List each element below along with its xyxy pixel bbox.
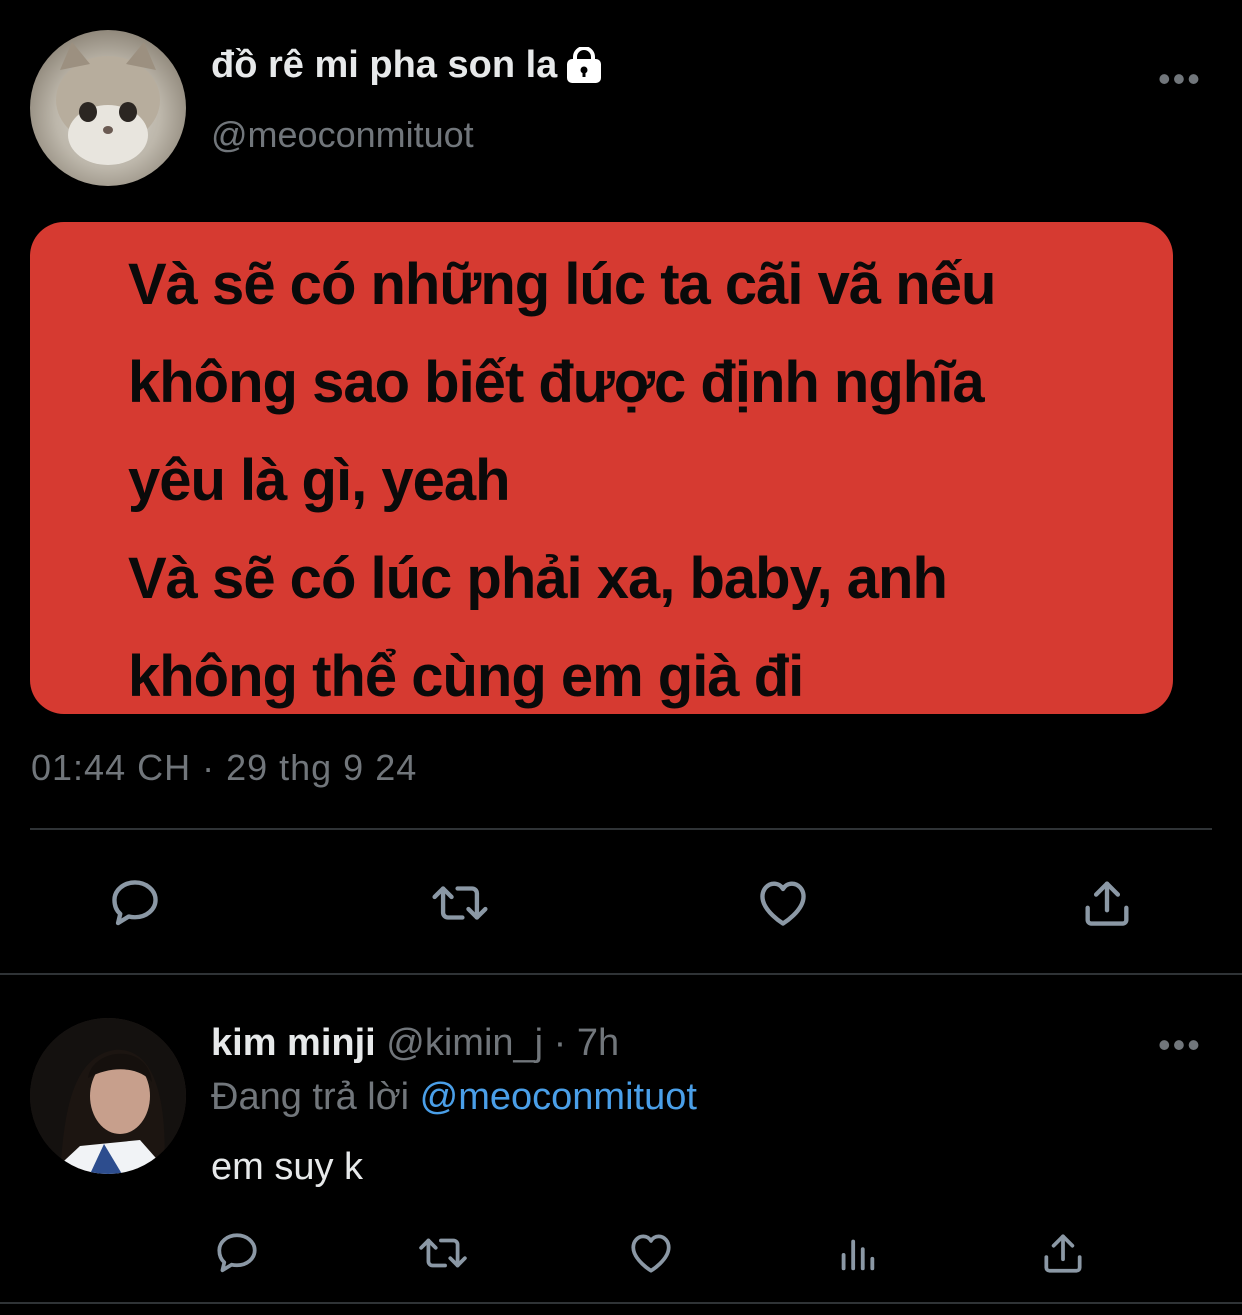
replying-prefix: Đang trả lời bbox=[211, 1076, 420, 1118]
cat-avatar-image bbox=[56, 42, 160, 165]
divider bbox=[0, 1302, 1242, 1304]
reply-author-handle[interactable]: @kimin_j bbox=[386, 1022, 543, 1064]
analytics-icon bbox=[841, 1239, 875, 1271]
reply-author-name[interactable]: kim minji bbox=[211, 1022, 376, 1064]
more-options-icon[interactable]: ••• bbox=[1158, 58, 1202, 100]
lock-icon bbox=[565, 45, 603, 85]
lyric-line: không thể cùng em già đi bbox=[128, 644, 804, 709]
reply-retweet-button[interactable] bbox=[412, 1226, 474, 1280]
reply-icon bbox=[112, 880, 158, 926]
reply-like-button[interactable] bbox=[624, 1226, 678, 1280]
retweet-button[interactable] bbox=[422, 872, 498, 934]
author-avatar[interactable] bbox=[30, 30, 186, 186]
reply-icon bbox=[217, 1233, 257, 1273]
like-button[interactable] bbox=[750, 872, 816, 934]
reply-text: em suy k bbox=[211, 1146, 364, 1188]
share-icon bbox=[1085, 881, 1129, 926]
share-icon bbox=[1044, 1234, 1082, 1273]
author-name-text: đồ rê mi pha son la bbox=[211, 44, 558, 86]
reply-more-options-icon[interactable]: ••• bbox=[1158, 1024, 1202, 1066]
reply-header: kim minji @kimin_j · 7h bbox=[211, 1022, 619, 1065]
divider bbox=[0, 973, 1242, 975]
lyric-line: yêu là gì, yeah bbox=[128, 448, 511, 513]
replying-mention[interactable]: @meoconmituot bbox=[420, 1076, 697, 1118]
like-icon bbox=[631, 1234, 671, 1273]
retweet-icon bbox=[419, 1238, 467, 1268]
reply-share-button[interactable] bbox=[1036, 1226, 1090, 1280]
lyric-line: Và sẽ có lúc phải xa, baby, anh bbox=[128, 546, 948, 611]
reply-avatar[interactable] bbox=[30, 1018, 186, 1174]
meta-separator: · bbox=[543, 1022, 577, 1064]
replying-to: Đang trả lời @meoconmituot bbox=[211, 1076, 697, 1119]
lyrics-text: Và sẽ có những lúc ta cãi vã nếu không s… bbox=[128, 236, 1128, 726]
reply-analytics-button[interactable] bbox=[832, 1226, 882, 1280]
reply-time[interactable]: 7h bbox=[577, 1022, 619, 1064]
author-handle[interactable]: @meoconmituot bbox=[211, 114, 474, 156]
lyric-line: không sao biết được định nghĩa bbox=[128, 350, 985, 415]
share-button[interactable] bbox=[1076, 872, 1138, 934]
retweet-icon bbox=[432, 886, 488, 920]
reply-button[interactable] bbox=[100, 872, 170, 934]
author-name[interactable]: đồ rê mi pha son la bbox=[211, 44, 603, 87]
girl-avatar-image bbox=[30, 1018, 186, 1174]
divider bbox=[30, 828, 1212, 830]
reply-reply-button[interactable] bbox=[210, 1226, 264, 1280]
lyric-line: Và sẽ có những lúc ta cãi vã nếu bbox=[128, 252, 996, 317]
like-icon bbox=[760, 881, 806, 926]
tweet-timestamp[interactable]: 01:44 CH · 29 thg 9 24 bbox=[31, 747, 417, 789]
